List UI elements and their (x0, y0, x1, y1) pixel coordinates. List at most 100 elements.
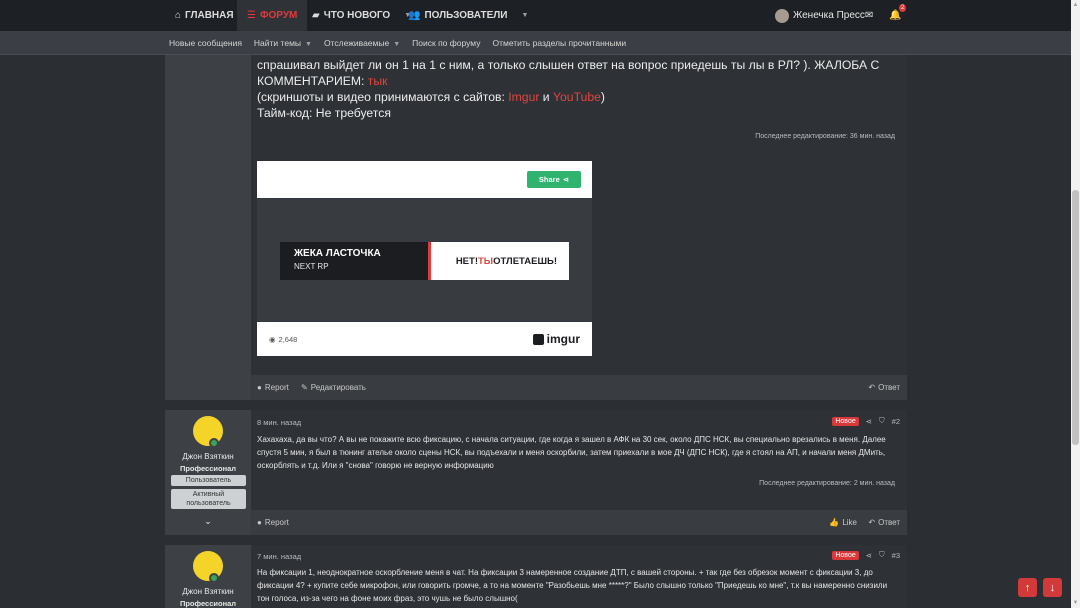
post-3-username[interactable]: Джон Взяткин (165, 587, 251, 596)
post-1-report-label: Report (264, 383, 289, 392)
banner-right-text-1: НЕТ! (455, 255, 478, 267)
mail-icon: ✉ (865, 10, 874, 21)
post-1-text-line-4: Тайм-код: Не требуется (257, 106, 391, 120)
post-2-username[interactable]: Джон Взяткин (165, 452, 251, 461)
imgur-brand[interactable]: imgur (532, 332, 580, 346)
reply-icon: ↶ (868, 383, 876, 392)
user-menu[interactable]: Женечка Пресс (775, 0, 865, 31)
imgur-logo-icon (532, 333, 544, 345)
post-1-and-word: и (539, 90, 554, 104)
post-2-text: Хахахаха, да вы что? А вы не покажите вс… (257, 435, 886, 470)
embed-banner: ЖЕКА ЛАСТОЧКА NEXT RP НЕТ! ТЫ ОТЛЕТАЕШЬ! (280, 242, 569, 280)
share-button[interactable]: Share ⋖ (527, 171, 581, 188)
forum-icon: ☰ (247, 10, 256, 21)
share-icon: ⋖ (562, 175, 570, 184)
tab-home[interactable]: ⌂ ГЛАВНАЯ (175, 0, 234, 31)
chevron-down-icon: ▼ (393, 41, 401, 48)
post-1-complaint-link[interactable]: тык (368, 74, 388, 88)
banner-right-text-3: ОТЛЕТАЕШЬ! (493, 255, 557, 267)
post-2-user-title: Профессионал (179, 464, 237, 473)
bookmark-icon[interactable]: ⛉ (879, 416, 885, 426)
scroll-up-arrow-icon[interactable]: ▲ (1072, 2, 1079, 8)
page-scrollbar[interactable]: ▲ ▼ (1071, 0, 1080, 608)
post-3-user-title: Профессионал (179, 599, 237, 608)
post-2-like-button[interactable]: 👍 Like (829, 510, 857, 535)
subnav-watched[interactable]: Отслеживаемые ▼ (324, 38, 400, 48)
expand-user-icon[interactable]: ⌄ (165, 516, 251, 527)
post-1-last-edited: Последнее редактирование: 36 мин. назад (755, 133, 895, 140)
share-button-label: Share (538, 175, 560, 184)
post-2-user-banner-2: Активный пользователь (171, 489, 246, 509)
arrow-up-icon: ↑ (1024, 581, 1031, 594)
imgur-brand-label: imgur (546, 332, 580, 346)
post-2-report-label: Report (264, 518, 289, 527)
subnav-search-forum[interactable]: Поиск по форуму (412, 38, 480, 48)
post-1-report-button[interactable]: ● Report (257, 375, 289, 400)
chat-icon: ▰ (312, 10, 320, 21)
alerts-count-badge: 2 (899, 4, 907, 12)
post-1: спрашивал выйдет ли он 1 на 1 с ним, а т… (165, 55, 907, 400)
inbox-button[interactable]: ✉ (865, 0, 873, 31)
post-1-user-column (165, 55, 251, 400)
banner-subtitle: NEXT RP (294, 262, 329, 271)
post-2-avatar[interactable] (193, 416, 223, 448)
banner-title: ЖЕКА ЛАСТОЧКА (294, 248, 381, 259)
subnav-new-posts[interactable]: Новые сообщения (169, 38, 242, 48)
scroll-to-top-button[interactable]: ↑ (1018, 578, 1037, 597)
tab-forum[interactable]: ☰ ФОРУМ (237, 0, 308, 31)
post-2-number[interactable]: #2 (892, 417, 900, 426)
post-1-edit-button[interactable]: ✎ Редактировать (301, 375, 366, 400)
reply-icon: ↶ (868, 518, 876, 527)
embed-image[interactable]: ЖЕКА ЛАСТОЧКА NEXT RP НЕТ! ТЫ ОТЛЕТАЕШЬ! (257, 198, 592, 322)
post-1-sources-label: (скриншоты и видео принимаются с сайтов: (257, 90, 509, 104)
youtube-link[interactable]: YouTube (553, 90, 601, 104)
tab-whats-new-label: ЧТО НОВОГО (323, 10, 391, 21)
scroll-to-bottom-button[interactable]: ↓ (1043, 578, 1062, 597)
tab-whats-new[interactable]: ▰ ЧТО НОВОГО ▼ (312, 0, 411, 31)
post-3-content: 7 мин. назад Новое ⋖ ⛉ #3 На фиксации 1,… (251, 545, 907, 608)
post-1-text-line-1: спрашивал выйдет ли он 1 на 1 с ним, а т… (257, 58, 880, 72)
imgur-embed[interactable]: Share ⋖ ЖЕКА ЛАСТОЧКА NEXT RP НЕТ! ТЫ ОТ… (257, 161, 592, 356)
post-2-report-button[interactable]: ● Report (257, 510, 289, 535)
post-2: Джон Взяткин Профессионал Пользователь А… (165, 410, 907, 535)
new-badge: Новое (832, 416, 859, 426)
top-navigation: ⌂ ГЛАВНАЯ ☰ ФОРУМ ▰ ЧТО НОВОГО ▼ 👥 ПОЛЬЗ… (0, 0, 1080, 31)
subnav-watched-label: Отслеживаемые (323, 38, 390, 48)
post-2-like-label: Like (842, 518, 857, 527)
post-1-footer: ● Report ✎ Редактировать ↶ Ответ (251, 375, 907, 400)
home-icon: ⌂ (175, 10, 182, 21)
bookmark-icon[interactable]: ⛉ (879, 550, 885, 560)
post-2-last-edited: Последнее редактирование: 2 мин. назад (759, 480, 895, 487)
subnav-find-threads[interactable]: Найти темы ▼ (254, 38, 312, 48)
post-2-content: 8 мин. назад Новое ⋖ ⛉ #2 Хахахаха, да в… (251, 410, 907, 510)
post-1-complaint-label: КОММЕНТАРИЕМ: (257, 74, 368, 88)
online-status-icon (209, 573, 219, 583)
bell-icon: 🔔 (889, 10, 902, 21)
tab-home-label: ГЛАВНАЯ (185, 10, 234, 21)
embed-views: ◉ 2,648 (269, 335, 297, 344)
thumbs-up-icon: 👍 (829, 518, 840, 527)
chevron-down-icon[interactable]: ▼ (521, 12, 528, 19)
post-1-reply-label: Ответ (878, 383, 900, 392)
post-2-footer: ● Report 👍 Like ↶ Ответ (251, 510, 907, 535)
post-1-text-line-2: КОММЕНТАРИЕМ: тык (257, 73, 387, 89)
post-2-timestamp[interactable]: 8 мин. назад (257, 418, 301, 427)
share-icon[interactable]: ⋖ (866, 551, 872, 560)
post-3-timestamp[interactable]: 7 мин. назад (257, 552, 301, 561)
post-1-reply-button[interactable]: ↶ Ответ (868, 375, 900, 400)
post-2-reply-button[interactable]: ↶ Ответ (868, 510, 900, 535)
subnav-mark-read[interactable]: Отметить разделы прочитанными (492, 38, 626, 48)
imgur-link[interactable]: Imgur (508, 90, 539, 104)
chevron-down-icon: ▼ (305, 41, 312, 48)
tab-forum-label: ФОРУМ (259, 10, 298, 21)
report-icon: ● (257, 383, 262, 392)
tab-users-label: ПОЛЬЗОВАТЕЛИ (424, 10, 508, 21)
user-avatar (775, 8, 789, 23)
post-3-number[interactable]: #3 (892, 551, 900, 560)
share-icon[interactable]: ⋖ (866, 417, 872, 426)
scroll-down-arrow-icon[interactable]: ▼ (1072, 600, 1079, 606)
tab-users[interactable]: 👥 ПОЛЬЗОВАТЕЛИ ▼ (408, 0, 528, 31)
post-3-avatar[interactable] (193, 551, 223, 583)
post-1-paren-close: ) (600, 90, 605, 104)
scrollbar-thumb[interactable] (1072, 190, 1079, 445)
